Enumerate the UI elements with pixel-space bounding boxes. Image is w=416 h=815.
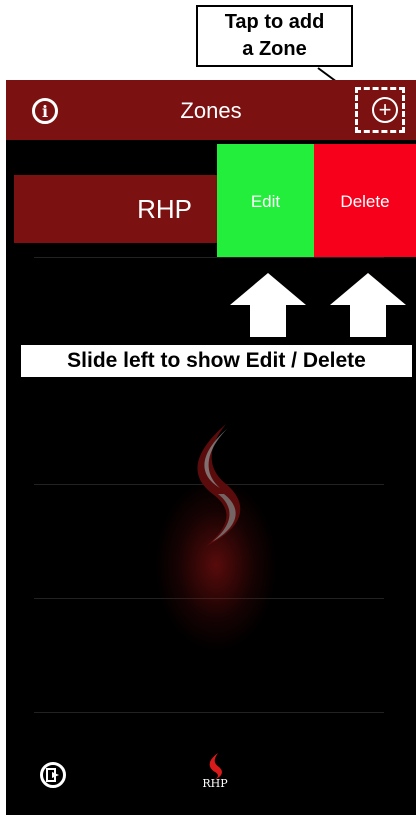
flame-logo-icon: [197, 424, 241, 546]
delete-button[interactable]: Delete: [314, 144, 416, 257]
slide-hint: Slide left to show Edit / Delete: [20, 344, 413, 378]
delete-label: Delete: [340, 192, 390, 211]
zone-name: RHP: [137, 194, 192, 224]
slide-hint-text: Slide left to show Edit / Delete: [67, 349, 366, 372]
row-divider: [34, 712, 384, 713]
row-divider: [34, 257, 384, 258]
app-screen: i Zones + RHP Edit Delete RHP: [6, 80, 416, 815]
footer-logo-text: RHP: [202, 777, 228, 790]
up-arrow-icon: [330, 273, 406, 337]
up-arrow-icon: [230, 273, 306, 337]
add-zone-highlight: [355, 87, 405, 133]
zone-row[interactable]: RHP: [14, 175, 224, 243]
edit-button[interactable]: Edit: [217, 144, 314, 257]
logout-icon[interactable]: [40, 762, 66, 788]
edit-label: Edit: [250, 192, 281, 211]
rhp-logo-icon[interactable]: [202, 752, 228, 780]
